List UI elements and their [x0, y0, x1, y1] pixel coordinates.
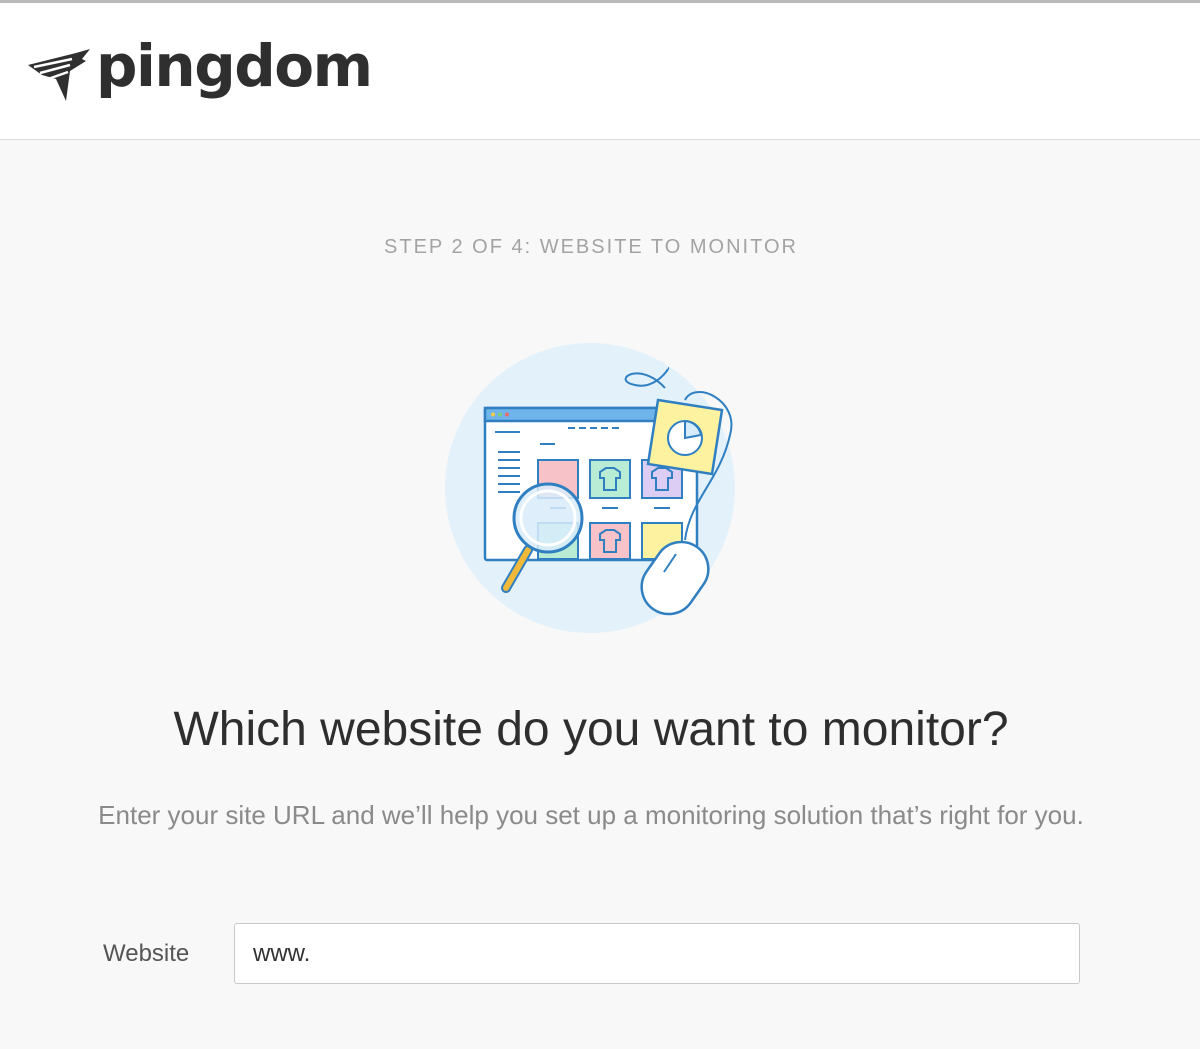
logo[interactable]: pingdom: [26, 37, 373, 103]
header: pingdom: [0, 3, 1200, 140]
step-indicator: STEP 2 OF 4: WEBSITE TO MONITOR: [384, 236, 798, 258]
page-subtitle: Enter your site URL and we’ll help you s…: [98, 800, 1084, 830]
brand-name: pingdom: [96, 32, 373, 100]
website-label: Website: [103, 940, 190, 967]
page-title: Which website do you want to monitor?: [173, 703, 1009, 756]
website-input[interactable]: [234, 923, 1080, 984]
pingdom-bird-icon: [28, 49, 90, 101]
website-monitoring-illustration: [445, 343, 735, 633]
